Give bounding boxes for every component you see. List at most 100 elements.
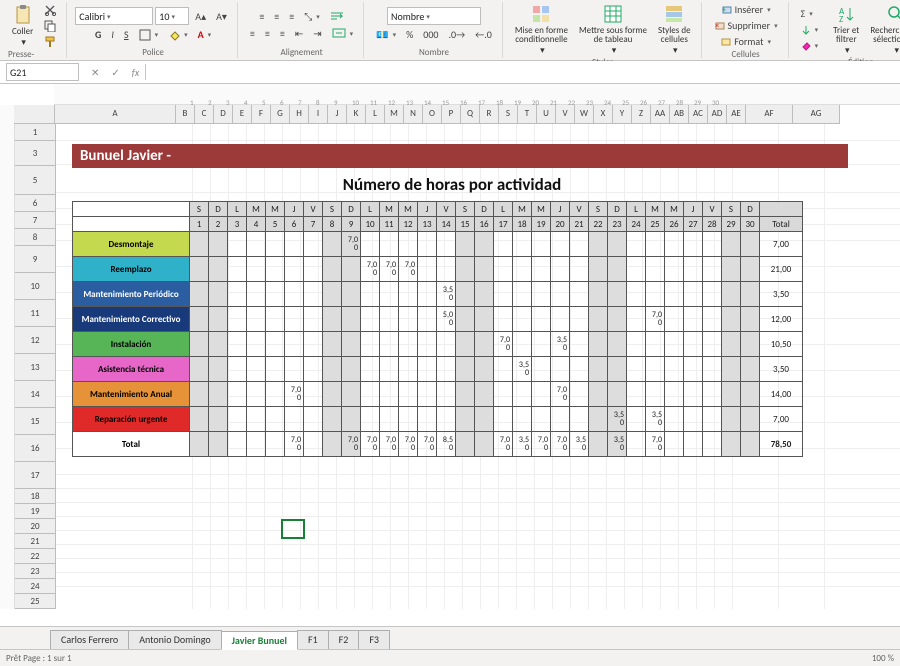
col-header-H[interactable]: H — [290, 105, 309, 123]
hours-cell[interactable] — [228, 257, 247, 282]
hours-cell[interactable] — [323, 357, 342, 382]
hours-cell[interactable] — [665, 382, 684, 407]
hours-cell[interactable] — [228, 357, 247, 382]
format-cells-button[interactable]: Format▾ — [716, 34, 775, 49]
row-header-24[interactable]: 24 — [15, 579, 56, 594]
hours-cell[interactable] — [532, 332, 551, 357]
hours-cell[interactable] — [513, 382, 532, 407]
font-color-button[interactable]: A▾ — [194, 27, 216, 42]
hours-cell[interactable] — [475, 357, 494, 382]
hours-cell[interactable] — [456, 257, 475, 282]
hours-cell[interactable] — [228, 307, 247, 332]
hours-cell[interactable] — [285, 307, 304, 332]
hours-cell[interactable] — [494, 307, 513, 332]
col-header-E[interactable]: E — [233, 105, 252, 123]
borders-button[interactable]: ▾ — [135, 27, 163, 42]
align-bot-button[interactable]: ≡ — [285, 9, 298, 24]
hours-cell[interactable] — [304, 382, 323, 407]
hours-cell[interactable] — [304, 332, 323, 357]
dec-decimal-button[interactable]: ←.0 — [471, 27, 496, 42]
hours-cell[interactable] — [190, 407, 209, 432]
hours-cell[interactable] — [247, 232, 266, 257]
align-center-button[interactable]: ≡ — [261, 26, 274, 41]
col-header-Q[interactable]: Q — [461, 105, 480, 123]
sheet-tab[interactable]: F1 — [297, 630, 329, 649]
hours-cell[interactable] — [399, 407, 418, 432]
hours-cell[interactable] — [266, 257, 285, 282]
zoom-level[interactable]: 100 % — [872, 653, 894, 664]
hours-cell[interactable] — [342, 357, 361, 382]
hours-cell[interactable] — [285, 357, 304, 382]
hours-cell[interactable] — [589, 332, 608, 357]
hours-cell[interactable] — [551, 307, 570, 332]
hours-cell[interactable] — [304, 282, 323, 307]
hours-cell[interactable] — [551, 357, 570, 382]
hours-cell[interactable] — [247, 357, 266, 382]
hours-cell[interactable] — [703, 232, 722, 257]
hours-cell[interactable] — [684, 307, 703, 332]
hours-cell[interactable] — [285, 407, 304, 432]
hours-cell[interactable] — [608, 232, 627, 257]
hours-cell[interactable] — [570, 407, 589, 432]
hours-cell[interactable]: 3,5 0 — [513, 357, 532, 382]
hours-cell[interactable] — [741, 232, 760, 257]
cell-styles-button[interactable]: Styles de cellules▾ — [654, 2, 695, 57]
hours-cell[interactable] — [266, 407, 285, 432]
decrease-font-button[interactable]: A▾ — [212, 9, 231, 24]
hours-cell[interactable] — [627, 307, 646, 332]
hours-cell[interactable] — [418, 382, 437, 407]
font-size-select[interactable]: 10▾ — [155, 7, 189, 25]
hours-cell[interactable] — [665, 332, 684, 357]
hours-cell[interactable]: 7,0 0 — [646, 307, 665, 332]
hours-cell[interactable] — [684, 357, 703, 382]
hours-cell[interactable] — [361, 332, 380, 357]
hours-cell[interactable] — [722, 307, 741, 332]
underline-button[interactable]: S — [120, 27, 133, 42]
hours-cell[interactable] — [532, 282, 551, 307]
hours-cell[interactable] — [684, 407, 703, 432]
hours-cell[interactable] — [285, 232, 304, 257]
hours-cell[interactable] — [494, 357, 513, 382]
hours-cell[interactable] — [513, 407, 532, 432]
hours-cell[interactable] — [646, 382, 665, 407]
hours-cell[interactable] — [608, 382, 627, 407]
number-format-select[interactable]: Nombre▾ — [387, 7, 481, 25]
hours-cell[interactable] — [342, 332, 361, 357]
hours-cell[interactable] — [209, 332, 228, 357]
hours-cell[interactable] — [228, 232, 247, 257]
hours-cell[interactable] — [703, 382, 722, 407]
row-header-6[interactable]: 6 — [15, 195, 56, 212]
col-header-Z[interactable]: Z — [632, 105, 651, 123]
accept-formula-button[interactable]: ✓ — [105, 66, 125, 79]
hours-cell[interactable] — [342, 407, 361, 432]
hours-cell[interactable] — [513, 307, 532, 332]
hours-cell[interactable] — [190, 232, 209, 257]
hours-cell[interactable] — [399, 382, 418, 407]
row-header-19[interactable]: 19 — [15, 504, 56, 519]
col-header-AG[interactable]: AG — [793, 105, 840, 123]
hours-cell[interactable] — [342, 307, 361, 332]
hours-cell[interactable] — [627, 282, 646, 307]
hours-cell[interactable] — [361, 407, 380, 432]
format-as-table-button[interactable]: Mettre sous forme de tableau▾ — [575, 2, 651, 57]
hours-cell[interactable] — [722, 232, 741, 257]
paste-button[interactable]: Coller▾ — [8, 3, 37, 49]
hours-cell[interactable] — [703, 282, 722, 307]
row-header-22[interactable]: 22 — [15, 549, 56, 564]
hours-cell[interactable] — [304, 357, 323, 382]
hours-cell[interactable] — [570, 307, 589, 332]
hours-cell[interactable] — [532, 407, 551, 432]
conditional-format-button[interactable]: Mise en forme conditionnelle▾ — [511, 2, 572, 57]
hours-cell[interactable] — [209, 357, 228, 382]
row-header-8[interactable]: 8 — [15, 229, 56, 246]
hours-cell[interactable]: 3,5 0 — [551, 332, 570, 357]
row-header-18[interactable]: 18 — [15, 489, 56, 504]
row-header-14[interactable]: 14 — [15, 381, 56, 408]
hours-cell[interactable] — [418, 232, 437, 257]
hours-cell[interactable] — [494, 407, 513, 432]
col-header-AD[interactable]: AD — [708, 105, 727, 123]
hours-cell[interactable] — [247, 382, 266, 407]
hours-cell[interactable] — [722, 407, 741, 432]
insert-cells-button[interactable]: +Insérer▾ — [717, 2, 775, 17]
col-header-L[interactable]: L — [366, 105, 385, 123]
